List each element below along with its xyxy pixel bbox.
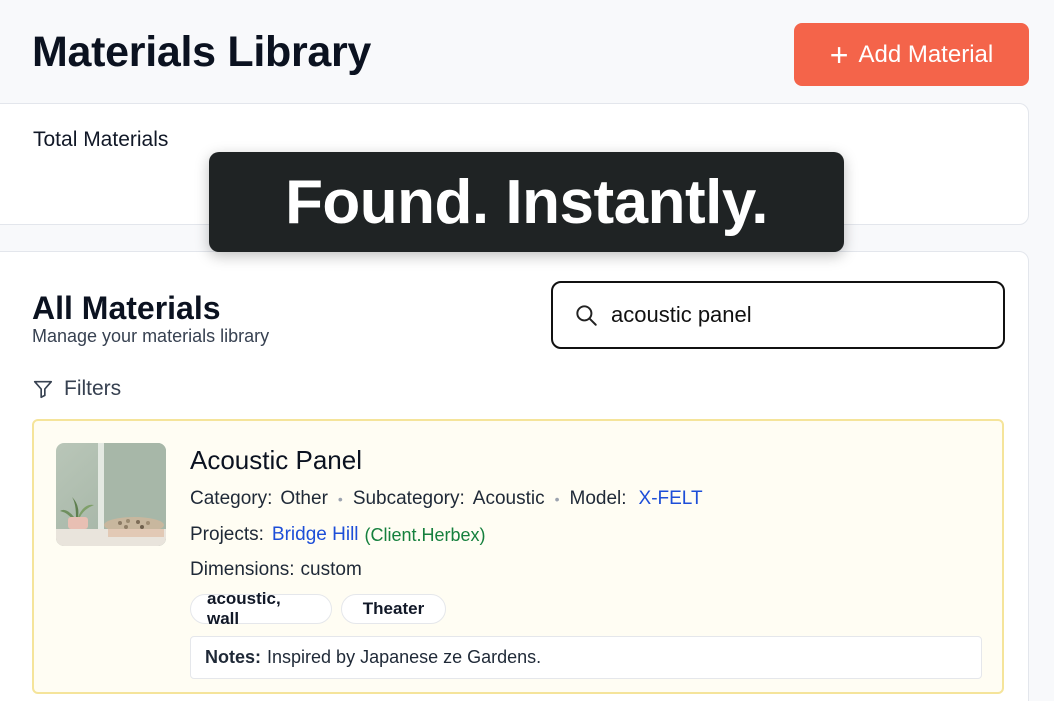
material-card[interactable]: Acoustic Panel Category: Other • Subcate… [32,419,1004,694]
projects-row: Projects: Bridge Hill (Client.Herbex) [190,524,486,546]
model-link[interactable]: X-FELT [639,488,703,510]
search-icon [576,305,597,326]
material-meta-row: Category: Other • Subcategory: Acoustic … [190,488,703,510]
category-label: Category: [190,488,273,509]
search-input[interactable] [611,302,991,328]
filters-button[interactable]: Filters [32,377,121,401]
filter-icon [33,380,53,399]
subcategory-label: Subcategory: [352,488,465,509]
search-box[interactable] [551,281,1005,349]
category-value: Other [280,488,328,509]
all-materials-subtitle: Manage your materials library [32,326,270,346]
page-title: Materials Library [32,28,372,76]
all-materials-title: All Materials [32,290,221,326]
dimensions-value: custom [300,559,362,580]
projects-label: Projects: [190,524,264,545]
client-name: (Client.Herbex) [364,524,486,545]
tag-chip[interactable]: Theater [341,594,446,624]
material-thumbnail [56,443,166,546]
notes-label: Notes: [205,647,262,667]
project-link[interactable]: Bridge Hill [272,524,359,546]
notes-text: Inspired by Japanese ze Gardens. [267,647,542,667]
materials-library-page: Materials Library + Add Material Total M… [0,0,1054,701]
material-name: Acoustic Panel [190,445,362,475]
plus-icon: + [829,36,849,73]
separator-dot: • [337,491,343,507]
total-materials-label: Total Materials [33,128,169,151]
found-instantly-banner: Found. Instantly. [209,152,844,252]
dimensions-label: Dimensions: [190,559,295,580]
subcategory-value: Acoustic [472,488,545,509]
add-material-label: Add Material [858,40,994,68]
separator-dot: • [554,491,560,507]
model-label: Model: [569,488,627,509]
filters-label: Filters [64,377,122,400]
add-material-button[interactable]: + Add Material [794,23,1029,86]
dimensions-row: Dimensions: custom [190,559,362,581]
notes-box: Notes: Inspired by Japanese ze Gardens. [190,636,982,679]
tag-chip[interactable]: acoustic, wall [190,589,332,628]
